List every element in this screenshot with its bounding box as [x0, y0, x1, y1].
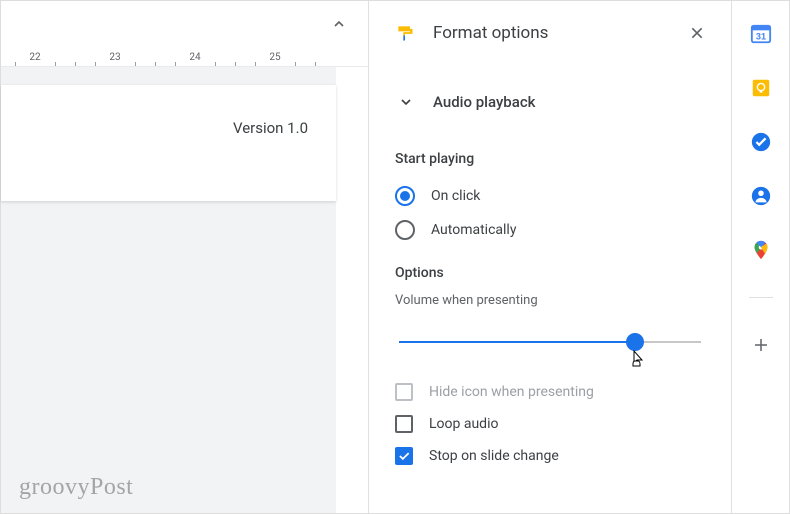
checkbox-checked-icon	[395, 447, 413, 465]
close-panel-button[interactable]	[683, 19, 711, 47]
volume-label: Volume when presenting	[395, 293, 705, 308]
ruler-tick: 22	[25, 49, 45, 66]
radio-label: On click	[431, 188, 480, 204]
slide-text: Version 1.0	[233, 119, 308, 137]
checkbox-label: Hide icon when presenting	[429, 384, 594, 400]
mouse-cursor-icon	[630, 350, 646, 368]
checkbox-unchecked-icon	[395, 415, 413, 433]
ruler-tick: 23	[105, 49, 125, 66]
slider-thumb[interactable]	[626, 333, 644, 351]
checkbox-unchecked-icon	[395, 383, 413, 401]
calendar-icon[interactable]: 31	[750, 23, 772, 45]
slide-canvas-area: 22 23 24 25 Version 1.0	[1, 1, 369, 513]
radio-label: Automatically	[431, 222, 516, 238]
radio-button-checked-icon	[395, 186, 415, 206]
tasks-icon[interactable]	[750, 131, 772, 153]
start-playing-label: Start playing	[395, 151, 705, 167]
radio-automatically[interactable]: Automatically	[395, 213, 705, 247]
contacts-icon[interactable]	[750, 185, 772, 207]
radio-button-unchecked-icon	[395, 220, 415, 240]
chevron-down-icon	[395, 91, 417, 113]
section-title: Audio playback	[433, 93, 535, 111]
google-apps-sidebar: 31	[731, 1, 789, 513]
ruler-tick: 24	[185, 49, 205, 66]
svg-text:31: 31	[755, 32, 765, 42]
panel-title: Format options	[433, 23, 683, 43]
slide-background[interactable]: Version 1.0	[1, 67, 336, 513]
ruler-tick: 25	[265, 49, 285, 66]
add-app-button[interactable]	[750, 334, 772, 356]
paint-format-icon	[395, 23, 415, 43]
audio-playback-section-toggle[interactable]: Audio playback	[369, 79, 731, 125]
checkbox-label: Loop audio	[429, 416, 498, 432]
collapse-panel-icon[interactable]	[328, 13, 350, 35]
checkbox-loop-audio[interactable]: Loop audio	[395, 408, 705, 440]
options-label: Options	[395, 265, 705, 281]
radio-on-click[interactable]: On click	[395, 179, 705, 213]
checkbox-hide-icon[interactable]: Hide icon when presenting	[395, 376, 705, 408]
keep-icon[interactable]	[750, 77, 772, 99]
format-options-panel: Format options Audio playback Start play…	[369, 1, 731, 513]
volume-slider[interactable]	[399, 330, 701, 358]
checkbox-stop-slide-change[interactable]: Stop on slide change	[395, 440, 705, 472]
horizontal-ruler: 22 23 24 25	[1, 49, 368, 67]
slide[interactable]: Version 1.0	[1, 85, 336, 201]
checkbox-label: Stop on slide change	[429, 448, 559, 464]
maps-icon[interactable]	[750, 239, 772, 261]
